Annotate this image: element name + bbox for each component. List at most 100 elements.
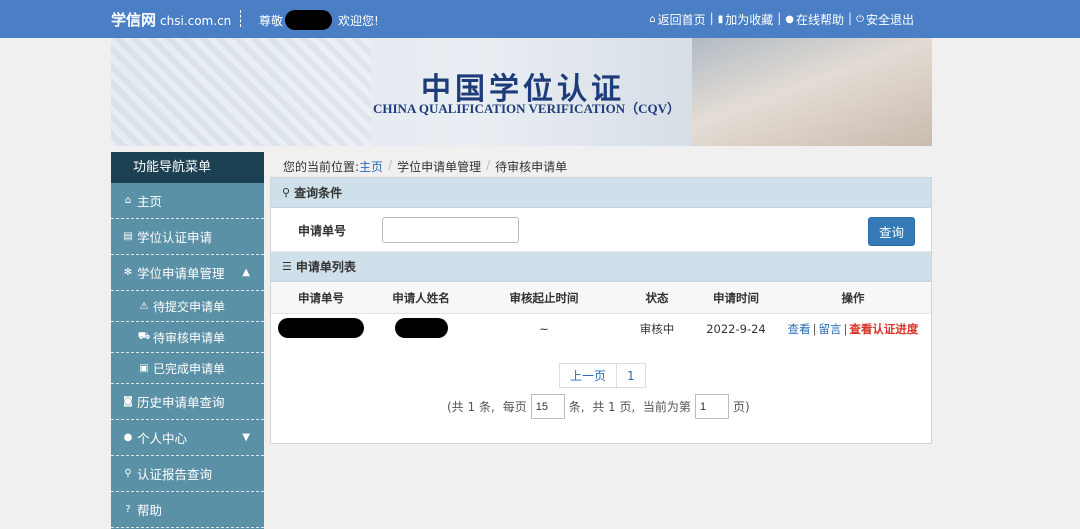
application-number-input[interactable] <box>382 217 519 243</box>
sidebar-item-label: 主页 <box>137 194 163 209</box>
sidebar-subitem-pending-review[interactable]: ⛟ 待审核申请单 <box>111 322 264 353</box>
pagination: 上一页 1 <box>559 363 646 388</box>
sidebar-item-help[interactable]: ? 帮助 <box>111 492 264 528</box>
sidebar-subitem-pending-submit[interactable]: ⚠ 待提交申请单 <box>111 291 264 322</box>
banner-subtitle: CHINA QUALIFICATION VERIFICATION（CQV） <box>373 101 680 116</box>
list-section-header: ☰ 申请单列表 <box>271 252 931 282</box>
logo-domain: chsi.com.cn <box>160 14 232 28</box>
sidebar-item-home[interactable]: ⌂ 主页 <box>111 183 264 219</box>
application-number-label: 申请单号 <box>298 224 347 238</box>
table-row: ~ 审核中 2022-9-24 查看 | 留言 | 查看认证进度 <box>271 314 931 344</box>
document-icon: ▤ <box>123 231 133 242</box>
breadcrumb-home-link[interactable]: 主页 <box>359 158 383 175</box>
sidebar-item-label: 认证报告查询 <box>137 467 213 482</box>
cell-actions: 查看 | 留言 | 查看认证进度 <box>775 321 931 337</box>
sidebar-item-manage[interactable]: ✻ 学位申请单管理 ▲ <box>111 255 264 291</box>
cell-application-number <box>271 317 371 341</box>
application-table: 申请单号 申请人姓名 审核起止时间 状态 申请时间 操作 ~ 审核中 2022-… <box>271 283 931 344</box>
camera-icon: ◙ <box>123 396 133 407</box>
breadcrumb: 您的当前位置: 主页 / 学位申请单管理 / 待审核申请单 <box>283 158 567 175</box>
breadcrumb-separator: / <box>388 158 393 172</box>
top-link-home[interactable]: ⌂ 返回首页 <box>649 11 705 28</box>
logo-divider <box>240 10 241 27</box>
list-icon: ☰ <box>282 260 292 273</box>
table-header: 申请单号 申请人姓名 审核起止时间 状态 申请时间 操作 <box>271 283 931 314</box>
warning-icon: ⚠ <box>139 300 149 312</box>
help-icon: ● <box>785 14 794 25</box>
divider: | <box>812 322 817 336</box>
main-panel: ⚲ 查询条件 申请单号 查询 ☰ 申请单列表 申请单号 申请人姓名 审核起止时间 状… <box>270 177 932 444</box>
sidebar-item-label: 已完成申请单 <box>153 361 226 376</box>
breadcrumb-level3: 待审核申请单 <box>495 160 568 174</box>
prev-page-button[interactable]: 上一页 <box>559 363 618 388</box>
query-section-header: ⚲ 查询条件 <box>271 178 931 208</box>
search-icon: ⚲ <box>124 468 132 479</box>
query-button[interactable]: 查询 <box>868 217 915 246</box>
cart-icon: ⛟ <box>137 330 151 342</box>
bookmark-icon: ▮ <box>717 14 724 25</box>
view-progress-link[interactable]: 查看认证进度 <box>849 322 918 336</box>
divider: | <box>777 11 782 25</box>
site-logo[interactable]: 学信网 chsi.com.cn <box>111 9 231 30</box>
column-header: 状态 <box>645 291 669 305</box>
breadcrumb-level2: 学位申请单管理 <box>397 160 482 174</box>
user-greeting: 尊敬 欢迎您! <box>259 10 379 30</box>
top-link-logout[interactable]: ⏻ 安全退出 <box>856 11 914 28</box>
pagination-info: (共 1 条, 每页 条, 共 1 页, 当前为第 页) <box>447 394 750 419</box>
divider: | <box>709 11 714 25</box>
query-section-title: 查询条件 <box>294 186 343 200</box>
top-link-label: 返回首页 <box>657 13 706 27</box>
header-banner: 中国学位认证 CHINA QUALIFICATION VERIFICATION（… <box>111 38 932 146</box>
per-page-input[interactable] <box>530 394 565 419</box>
sidebar-header: 功能导航菜单 <box>111 152 264 183</box>
list-section-title: 申请单列表 <box>295 260 356 274</box>
column-header: 审核起止时间 <box>509 291 579 305</box>
divider: | <box>848 11 853 25</box>
top-links: ⌂ 返回首页 | ▮ 加为收藏 | ● 在线帮助 | ⏻ 安全退出 <box>649 11 914 28</box>
chevron-up-icon: ▲ <box>242 267 250 278</box>
sidebar-item-label: 历史申请单查询 <box>137 395 225 410</box>
sidebar-item-label: 个人中心 <box>137 431 188 446</box>
sidebar-subitem-completed[interactable]: ▣ 已完成申请单 <box>111 353 264 384</box>
logo-text: 学信网 <box>111 11 157 29</box>
cell-status: 审核中 <box>639 322 675 336</box>
column-header: 操作 <box>841 291 865 305</box>
pagination-per-label: 每页 <box>502 400 527 414</box>
query-form: 申请单号 查询 <box>271 208 931 252</box>
top-link-help[interactable]: ● 在线帮助 <box>785 11 844 28</box>
sidebar-item-apply[interactable]: ▤ 学位认证申请 <box>111 219 264 255</box>
cell-review-period: ~ <box>539 322 549 336</box>
cell-apply-date: 2022-9-24 <box>706 322 766 336</box>
top-bar: 学信网 chsi.com.cn 尊敬 欢迎您! ⌂ 返回首页 | ▮ 加为收藏 | ●… <box>0 0 1080 38</box>
column-header: 申请人姓名 <box>392 291 450 305</box>
home-icon: ⌂ <box>124 195 132 206</box>
pagination-total-text: (共 1 条, <box>447 400 495 414</box>
breadcrumb-prefix: 您的当前位置: <box>283 160 360 174</box>
page-jump-input[interactable] <box>694 394 729 419</box>
view-link[interactable]: 查看 <box>788 322 811 336</box>
sidebar-nav: 功能导航菜单 ⌂ 主页 ▤ 学位认证申请 ✻ 学位申请单管理 ▲ ⚠ 待提交申请单 ⛟ 待… <box>111 152 264 529</box>
sidebar-item-label: 学位认证申请 <box>137 230 213 245</box>
message-link[interactable]: 留言 <box>819 322 842 336</box>
search-icon: ⚲ <box>282 186 291 199</box>
cell-applicant-name <box>371 317 471 341</box>
user-icon: ● <box>123 432 133 443</box>
sidebar-item-label: 学位申请单管理 <box>137 266 225 281</box>
redacted-applicant-name <box>394 317 448 338</box>
column-header: 申请时间 <box>713 291 759 305</box>
sidebar-item-report[interactable]: ⚲ 认证报告查询 <box>111 456 264 492</box>
pagination-end-text: 页) <box>732 400 750 414</box>
redacted-application-number <box>278 317 364 338</box>
redacted-username <box>285 10 333 30</box>
briefcase-icon: ▣ <box>139 362 149 374</box>
top-link-label: 加为收藏 <box>725 13 774 27</box>
divider: | <box>843 322 848 336</box>
top-link-bookmark[interactable]: ▮ 加为收藏 <box>718 11 774 28</box>
page-number-button[interactable]: 1 <box>617 363 646 388</box>
sidebar-item-label: 帮助 <box>137 503 163 518</box>
home-icon: ⌂ <box>649 14 656 25</box>
banner-photo <box>692 38 932 146</box>
greeting-suffix: 欢迎您! <box>338 13 379 28</box>
sidebar-item-profile[interactable]: ● 个人中心 ▼ <box>111 420 264 456</box>
sidebar-item-history[interactable]: ◙ 历史申请单查询 <box>111 384 264 420</box>
